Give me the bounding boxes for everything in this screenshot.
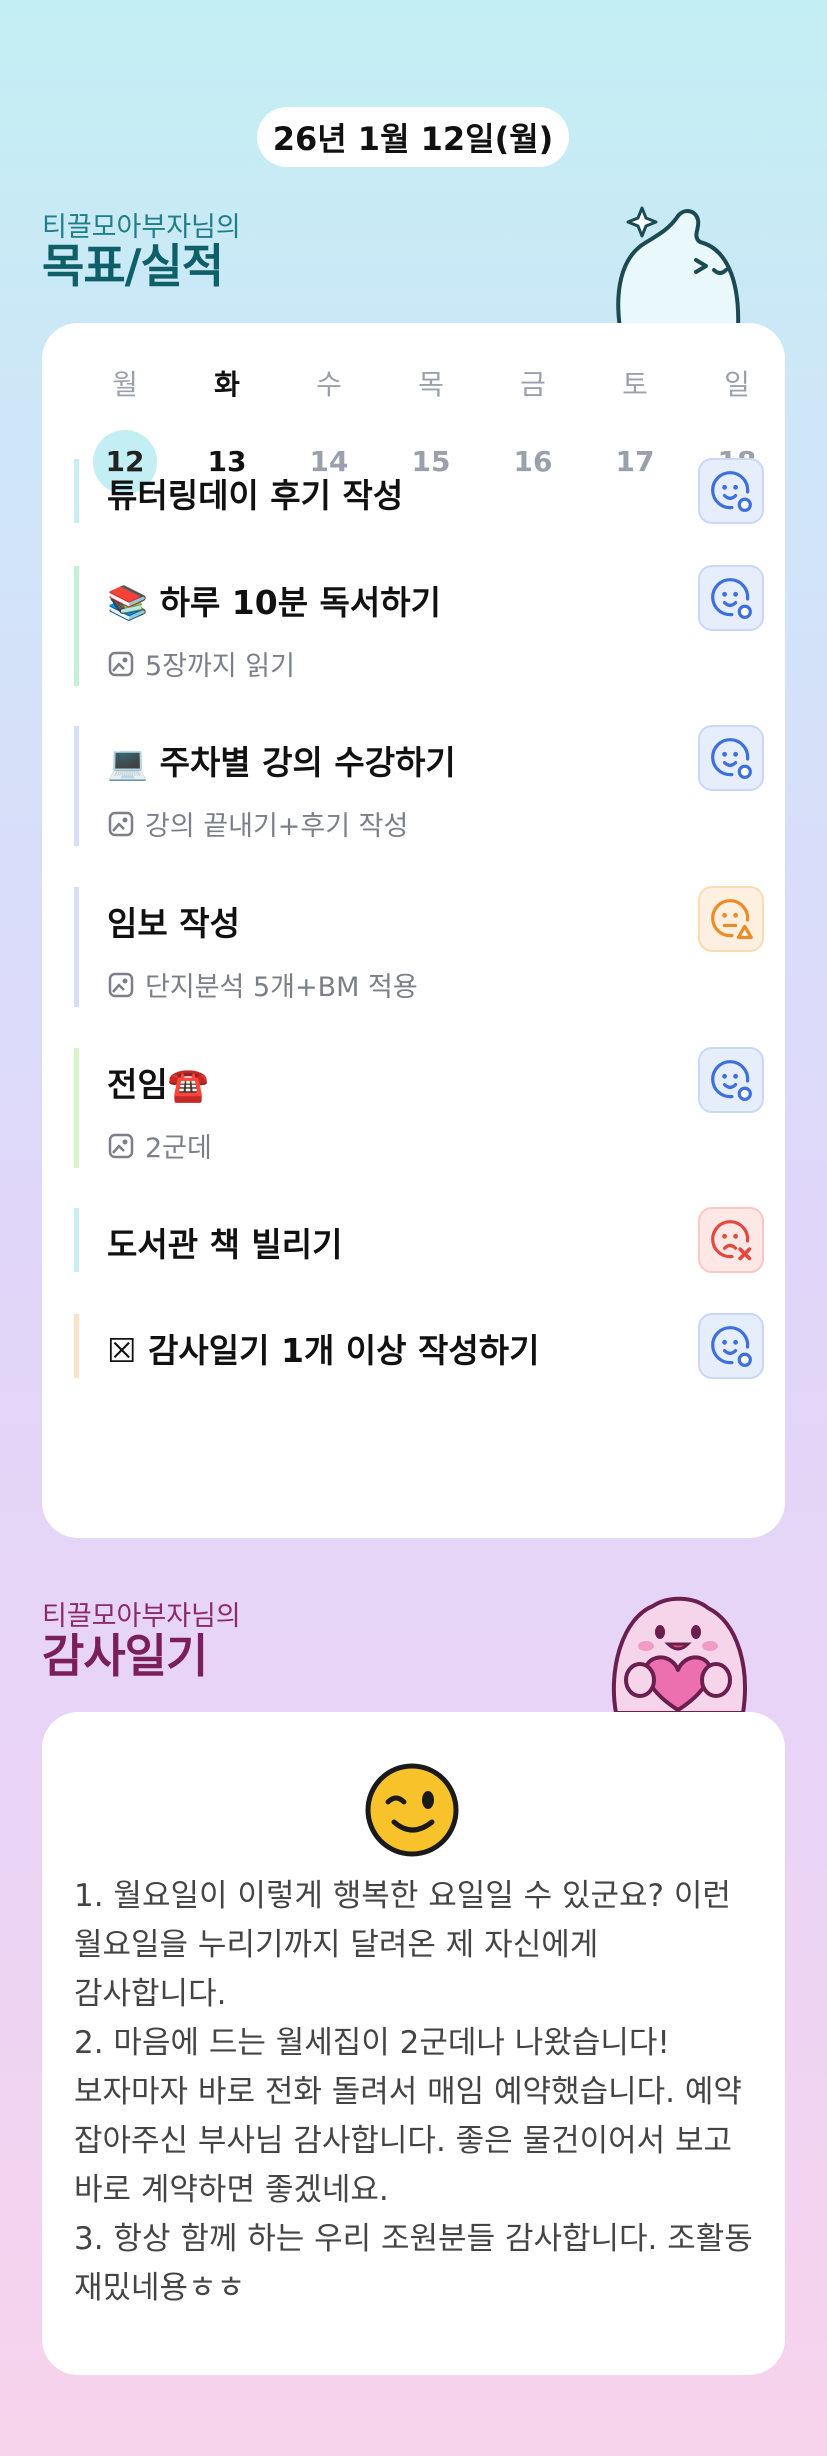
goal-title: 도서관 책 빌리기 xyxy=(107,1225,343,1264)
goal-item[interactable]: 📚 하루 10분 독서하기 5장까지 읽기 xyxy=(74,565,764,686)
wink-face-icon xyxy=(365,1763,459,1857)
goal-title: 임보 작성 xyxy=(107,904,240,943)
gratitude-card: 1. 월요일이 이렇게 행복한 요일일 수 있군요? 이런 월요일을 누리기까지… xyxy=(42,1712,785,2375)
goal-description-text: 단지분석 5개+BM 적용 xyxy=(145,972,418,1003)
gratitude-title: 감사일기 xyxy=(42,1629,208,1683)
goal-description: 강의 끝내기+후기 작성 xyxy=(107,804,408,843)
goal-title: 📚 하루 10분 독서하기 xyxy=(107,583,441,622)
goal-description-text: 2군데 xyxy=(145,1133,212,1164)
weekday-label: 금 xyxy=(520,368,546,401)
goal-item[interactable]: 전임☎️ 2군데 xyxy=(74,1047,764,1168)
goal-item[interactable]: 💻 주차별 강의 수강하기강의 끝내기+후기 작성 xyxy=(74,725,764,846)
status-done-icon[interactable] xyxy=(698,458,764,524)
weekday-label: 일 xyxy=(724,368,750,401)
goal-description: 단지분석 5개+BM 적용 xyxy=(107,965,418,1004)
goal-description: 2군데 xyxy=(107,1126,212,1165)
note-image-icon xyxy=(108,811,134,836)
weekday-label: 목 xyxy=(418,368,444,401)
goal-title: 전임☎️ xyxy=(107,1065,209,1104)
status-done-icon[interactable] xyxy=(698,1313,764,1379)
status-partial-icon[interactable] xyxy=(698,886,764,952)
goal-title: 💻 주차별 강의 수강하기 xyxy=(107,743,456,782)
weekday-label: 화 xyxy=(214,368,240,401)
goal-item[interactable]: ☒ 감사일기 1개 이상 작성하기 xyxy=(74,1313,764,1379)
status-done-icon[interactable] xyxy=(698,1047,764,1113)
heart-mascot-icon xyxy=(611,1596,747,1713)
ghost-mascot-icon xyxy=(616,206,741,328)
goals-title: 목표/실적 xyxy=(42,239,224,293)
weekday-label: 수 xyxy=(316,368,342,401)
date-header[interactable]: 26년 1월 12일(월) xyxy=(257,107,569,167)
goal-title: ☒ 감사일기 1개 이상 작성하기 xyxy=(107,1331,540,1370)
status-fail-icon[interactable] xyxy=(698,1207,764,1273)
note-image-icon xyxy=(108,1133,134,1158)
status-done-icon[interactable] xyxy=(698,565,764,631)
goal-item[interactable]: 임보 작성단지분석 5개+BM 적용 xyxy=(74,886,764,1007)
goals-card: 월화수목금토일 12131415161718 튜터링데이 후기 작성📚 하루 1… xyxy=(42,323,785,1538)
goal-item[interactable]: 튜터링데이 후기 작성 xyxy=(74,458,764,524)
goal-description-text: 강의 끝내기+후기 작성 xyxy=(145,811,409,842)
weekday-label: 월 xyxy=(112,368,138,401)
weekday-label: 토 xyxy=(622,368,648,401)
goal-title: 튜터링데이 후기 작성 xyxy=(107,476,404,515)
goal-description: 5장까지 읽기 xyxy=(107,644,295,683)
goal-description-text: 5장까지 읽기 xyxy=(145,651,295,682)
status-done-icon[interactable] xyxy=(698,725,764,791)
goal-item[interactable]: 도서관 책 빌리기 xyxy=(74,1207,764,1273)
note-image-icon xyxy=(108,651,134,676)
gratitude-text: 1. 월요일이 이렇게 행복한 요일일 수 있군요? 이런 월요일을 누리기까지… xyxy=(74,1878,753,2306)
note-image-icon xyxy=(108,972,134,997)
